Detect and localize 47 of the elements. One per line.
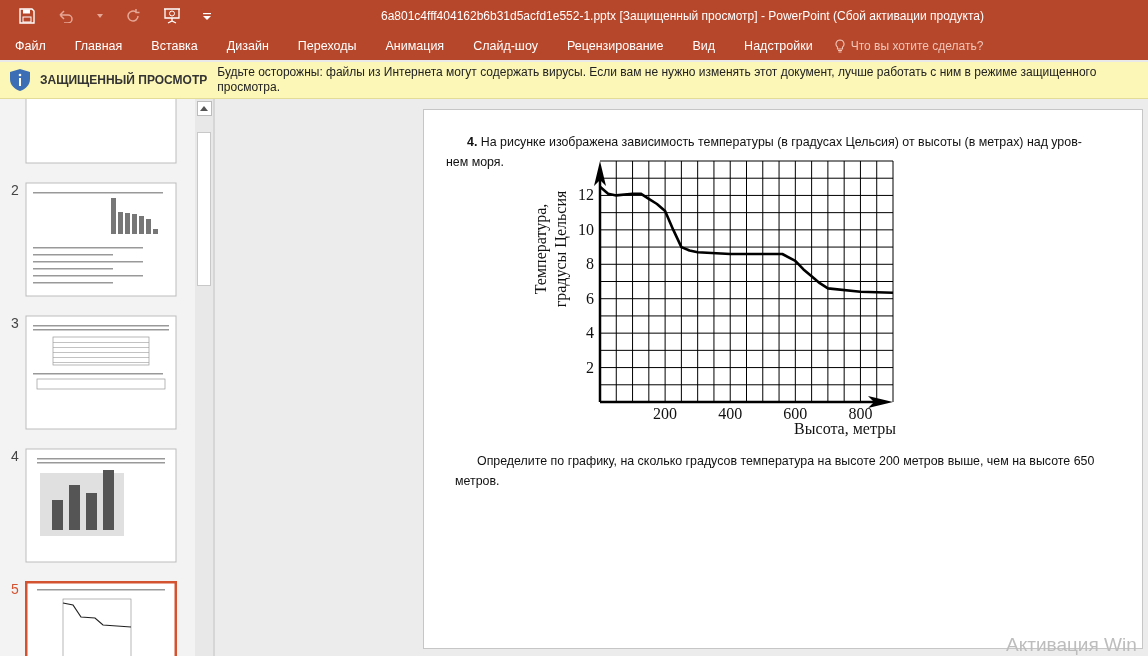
ribbon-tab[interactable]: Дизайн: [217, 33, 278, 59]
slide-number: 5: [11, 581, 19, 597]
undo-icon[interactable]: [57, 9, 75, 23]
slide-thumbnail[interactable]: [25, 448, 177, 563]
slide-thumbnail[interactable]: [25, 315, 177, 430]
ribbon-tab[interactable]: Главная: [65, 33, 132, 59]
scrollbar-thumb[interactable]: [197, 132, 211, 286]
axis-tick-label: 12: [578, 186, 594, 204]
problem-text: 4. На рисунке изображена зависимость температуры (в градусах Цельсия) от высоты (в метрах) над уров- нем моря.: [446, 134, 1083, 171]
ribbon-tab[interactable]: Файл: [6, 33, 55, 59]
ribbon-tab[interactable]: Переходы: [288, 33, 366, 59]
slide-number: 4: [11, 448, 19, 464]
ribbon-tab[interactable]: Рецензирование: [557, 33, 673, 59]
slide-number: 3: [11, 315, 19, 331]
customize-caret-icon[interactable]: [203, 12, 211, 20]
caret-icon[interactable]: [97, 14, 103, 18]
y-axis-title: Температура, градусы Цельсия: [532, 190, 569, 308]
ribbon-tab[interactable]: Слайд-шоу: [464, 33, 547, 59]
x-axis-title: Высота, метры: [794, 420, 896, 437]
slide-thumbnail[interactable]: [25, 182, 177, 297]
up-arrow-icon: [200, 106, 208, 111]
window-title: 6a801c4fff404162b6b31d5acfd1e552-1.pptx [Защищенный просмотр] - PowerPoint (Сбой активации продукта): [381, 9, 984, 23]
redo-icon[interactable]: [125, 8, 141, 24]
shield-icon: [10, 69, 30, 91]
axis-tick-label: 8: [586, 255, 594, 273]
ribbon-tab[interactable]: Анимация: [376, 33, 454, 59]
question-text: Определите по графику, на сколько градусов температура на высоте 200 метров выше, чем на высоте 650 метров.: [455, 453, 1096, 490]
ribbon-tab[interactable]: Вставка: [142, 33, 207, 59]
protected-view-title: ЗАЩИЩЕННЫЙ ПРОСМОТР: [40, 73, 208, 87]
scroll-up-button[interactable]: [196, 101, 212, 116]
save-icon[interactable]: [19, 8, 35, 24]
ribbon-tab[interactable]: Вид: [683, 33, 725, 59]
axis-tick-label: 10: [578, 220, 594, 238]
ribbon-tab[interactable]: Надстройки: [735, 33, 822, 59]
axis-tick-label: 2: [586, 358, 594, 376]
axis-tick-label: 600: [783, 405, 808, 422]
protected-view-message: Будьте осторожны: файлы из Интернета могут содержать вирусы. Если вам не нужно изменять этот документ, лучше работать с ним в режиме защищенного просмотра.: [217, 65, 1098, 95]
axis-tick-label: 400: [718, 405, 743, 422]
tell-me-field[interactable]: Что вы хотите сделать?: [834, 39, 984, 53]
slideshow-icon[interactable]: [163, 8, 181, 24]
axis-tick-label: 4: [586, 324, 594, 342]
slide-number: 2: [11, 182, 19, 198]
axis-tick-label: 6: [586, 289, 594, 307]
axis-tick-label: 800: [848, 405, 873, 422]
axis-tick-label: 200: [653, 405, 678, 422]
lightbulb-icon: [834, 39, 845, 53]
activation-watermark: Активация Win: [1006, 634, 1137, 656]
